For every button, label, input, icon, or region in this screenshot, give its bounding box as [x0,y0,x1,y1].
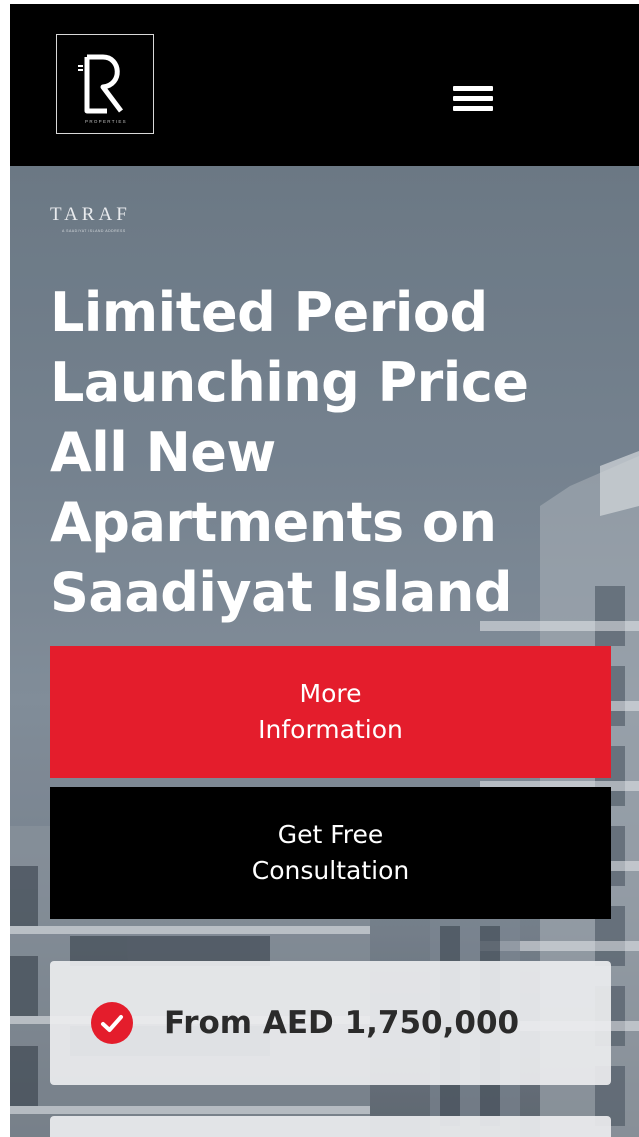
site-header: PROPERTIES [10,4,639,166]
more-information-label: More Information [258,679,403,744]
hero-headline: Limited Period Launching Price All New A… [50,281,529,624]
hamburger-menu-icon[interactable] [450,82,496,118]
development-brand-subtitle: A SAADIYAT ISLAND ADDRESS [62,229,126,233]
hero-section: TARAF A SAADIYAT ISLAND ADDRESS Limited … [10,166,639,1137]
price-feature-card: From AED 1,750,000 [50,961,611,1085]
more-information-button[interactable]: More Information [50,646,611,778]
free-consultation-button[interactable]: Get Free Consultation [50,787,611,919]
free-consultation-label: Get Free Consultation [251,820,410,885]
check-circle-icon [91,1002,133,1044]
page: PROPERTIES TARAF A SAADIYAT ISLAND ADDRE… [10,4,639,1137]
development-brand-name: TARAF [50,204,131,225]
feature-card [50,1116,611,1137]
logo-tagline: PROPERTIES [85,119,127,124]
lr-properties-logo-mark: PROPERTIES [78,54,127,124]
starting-price-text: From AED 1,750,000 [164,1005,520,1041]
site-logo[interactable]: PROPERTIES [56,34,154,134]
